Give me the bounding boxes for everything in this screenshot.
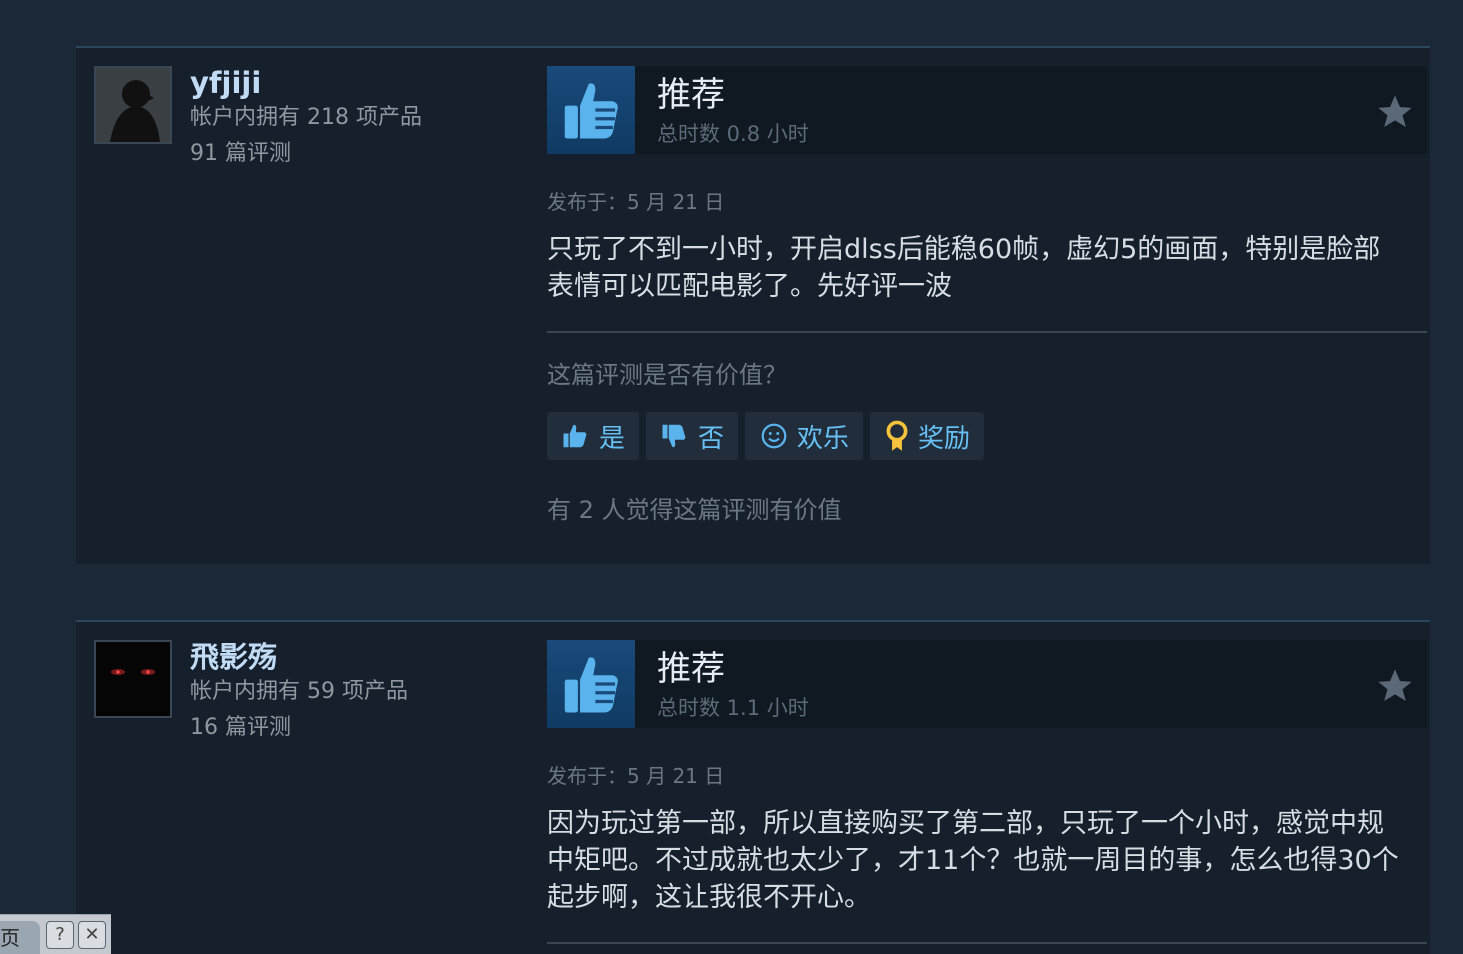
floating-tab[interactable]: 页 [0,921,40,954]
award-button[interactable]: 奖励 [870,412,985,460]
verdict-title: 推荐 [657,75,725,115]
award-label: 奖励 [918,423,971,454]
star-icon[interactable] [1375,666,1415,710]
help-button[interactable]: ? [46,921,74,949]
helpful-count: 有 2 人觉得这篇评测有价值 [547,496,842,524]
review-content: 推荐 总时数 0.8 小时 发布于：5 月 21 日 只玩了不到一小时，开启dl… [547,66,1427,525]
hours-played: 总时数 0.8 小时 [657,122,809,146]
divider [547,331,1427,333]
review-card: 飛影殇 帐户内拥有 59 项产品 16 篇评测 推荐 总时数 1.1 小时 发布… [76,620,1430,954]
vote-no-label: 否 [698,423,725,454]
floating-toolbar: 页 ? ✕ [0,914,111,954]
vote-header[interactable]: 推荐 总时数 0.8 小时 [547,66,1427,154]
author-name[interactable]: yfjiji [190,66,422,100]
vote-no-button[interactable]: 否 [646,412,739,460]
vote-yes-button[interactable]: 是 [547,412,640,460]
review-content: 推荐 总时数 1.1 小时 发布于：5 月 21 日 因为玩过第一部，所以直接购… [547,640,1427,944]
verdict-title: 推荐 [657,649,725,689]
products-owned[interactable]: 帐户内拥有 218 项产品 [190,100,422,136]
vote-yes-label: 是 [599,423,626,454]
review-count[interactable]: 91 篇评测 [190,136,422,172]
posted-date: 发布于：5 月 21 日 [547,190,725,214]
vote-funny-label: 欢乐 [797,423,850,454]
helpful-question: 这篇评测是否有价值？ [547,361,787,389]
avatar-image [96,642,170,716]
thumbs-up-icon [547,66,635,154]
posted-date: 发布于：5 月 21 日 [547,764,725,788]
vote-funny-button[interactable]: 欢乐 [745,412,864,460]
author-name[interactable]: 飛影殇 [190,640,408,674]
thumbs-up-icon [563,424,587,448]
award-icon [886,420,908,451]
review-text: 因为玩过第一部，所以直接购买了第二部，只玩了一个小时，感觉中规中矩吧。不过成就也… [547,808,1399,913]
hours-played: 总时数 1.1 小时 [657,696,809,720]
review-card: yfjiji 帐户内拥有 218 项产品 91 篇评测 推荐 总时数 0.8 小… [76,46,1430,564]
avatar-image [96,68,170,142]
vote-header[interactable]: 推荐 总时数 1.1 小时 [547,640,1427,728]
divider [547,942,1427,944]
avatar[interactable] [94,640,172,718]
thumbs-down-icon [662,424,686,448]
vote-buttons: 是 否 欢乐 奖励 [547,412,1427,460]
avatar[interactable] [94,66,172,144]
review-text: 只玩了不到一小时，开启dlss后能稳60帧，虚幻5的画面，特别是脸部表情可以匹配… [547,234,1381,302]
star-icon[interactable] [1375,92,1415,136]
products-owned[interactable]: 帐户内拥有 59 项产品 [190,674,408,710]
smiley-icon [761,423,787,449]
review-count[interactable]: 16 篇评测 [190,710,408,746]
close-button[interactable]: ✕ [78,921,106,949]
thumbs-up-icon [547,640,635,728]
